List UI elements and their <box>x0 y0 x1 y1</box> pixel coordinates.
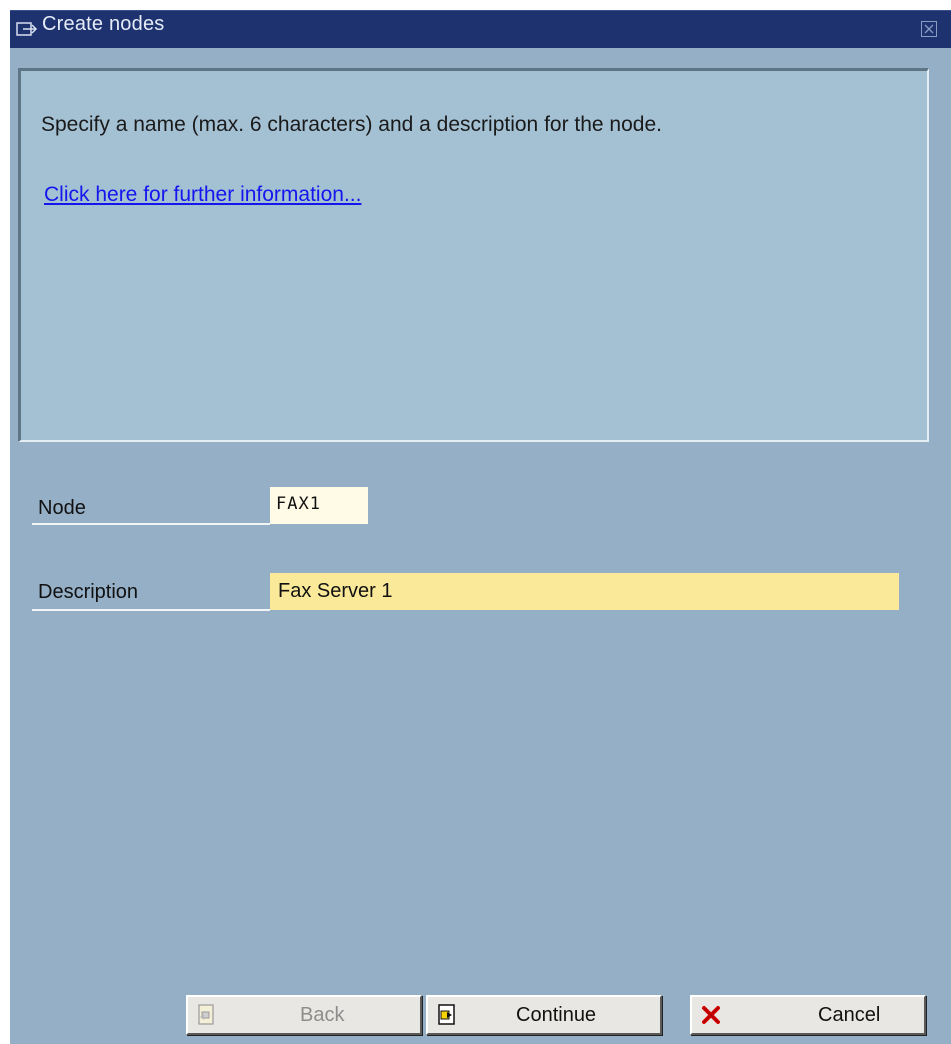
window-left-border <box>0 48 10 1044</box>
cancel-button[interactable]: Cancel <box>690 995 926 1035</box>
description-label: Description <box>38 581 139 603</box>
cancel-x-icon <box>700 1003 722 1027</box>
further-information-link[interactable]: Click here for further information... <box>44 183 361 207</box>
back-label: Back <box>300 1004 345 1026</box>
continue-button[interactable]: Continue <box>426 995 662 1035</box>
window-title: Create nodes <box>42 13 165 35</box>
titlebar-bar: Create nodes <box>10 10 951 48</box>
continue-label: Continue <box>516 1004 597 1026</box>
close-icon[interactable] <box>921 21 937 37</box>
cancel-label: Cancel <box>818 1004 881 1026</box>
node-label: Node <box>38 497 86 519</box>
description-label-underline <box>32 609 270 611</box>
continue-icon <box>436 1003 458 1027</box>
description-input[interactable]: Fax Server 1 <box>270 573 899 610</box>
window-titlebar: Create nodes <box>0 0 951 48</box>
back-button[interactable]: Back <box>186 995 422 1035</box>
node-input[interactable]: FAX1 <box>270 487 368 524</box>
back-icon <box>196 1003 218 1027</box>
info-panel: Specify a name (max. 6 characters) and a… <box>18 68 929 442</box>
dialog-window-icon <box>16 20 38 40</box>
node-label-underline <box>32 523 270 525</box>
info-message: Specify a name (max. 6 characters) and a… <box>41 113 662 136</box>
